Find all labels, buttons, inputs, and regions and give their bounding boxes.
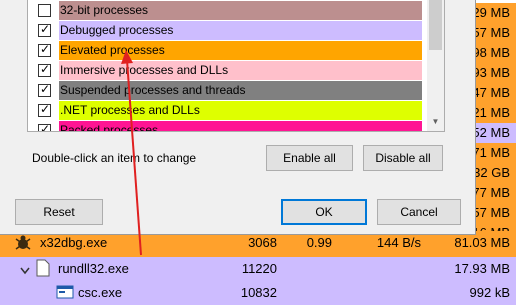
screenshot-stage: 29 MB 57 MB 98 MB 93 MB 47 MB 21 MB 52 MB 71 MB… <box>0 0 516 307</box>
annotation-arrow <box>121 50 142 256</box>
